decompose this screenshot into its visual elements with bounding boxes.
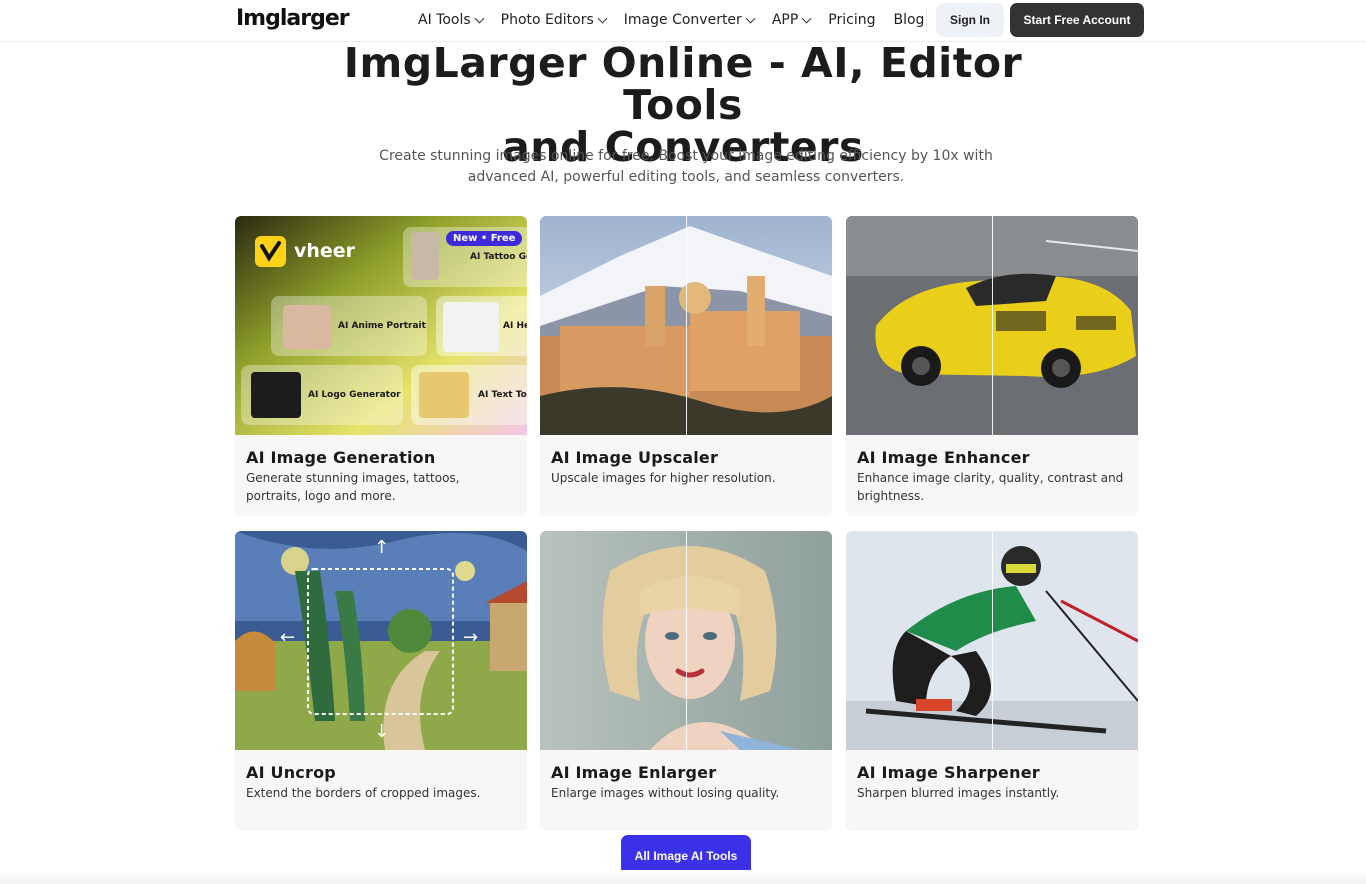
card-title: AI Image Generation <box>246 448 436 467</box>
tile-label: AI Anime Portrait <box>338 321 426 331</box>
nav-app[interactable]: APP <box>772 12 812 28</box>
chevron-down-icon <box>801 13 812 23</box>
card-ai-uncrop[interactable]: ↑ ↓ ← → AI Uncrop Extend the borders of … <box>235 531 527 831</box>
comparison-divider[interactable] <box>686 531 687 750</box>
card-description: Enhance image clarity, quality, contrast… <box>857 471 1124 503</box>
tile-label: AI Logo Generator <box>308 390 401 400</box>
chevron-down-icon <box>474 13 485 23</box>
card-description: Enlarge images without losing quality. <box>551 786 780 800</box>
nav-blog[interactable]: Blog <box>893 12 924 28</box>
card-title: AI Uncrop <box>246 763 336 782</box>
card-ai-image-generation[interactable]: vheer New • Free AI Tattoo Ge AI Anime P… <box>235 216 527 516</box>
arrow-down-icon[interactable]: ↓ <box>374 721 389 742</box>
comparison-divider[interactable] <box>686 216 687 435</box>
comparison-divider[interactable] <box>992 216 993 435</box>
card-description: Extend the borders of cropped images. <box>246 786 481 800</box>
card-thumbnail <box>540 531 832 750</box>
arrow-left-icon[interactable]: ← <box>280 627 295 648</box>
nav-photo-editors[interactable]: Photo Editors <box>501 12 608 28</box>
card-thumbnail <box>846 216 1138 435</box>
card-title: AI Image Sharpener <box>857 763 1040 782</box>
card-title: AI Image Enlarger <box>551 763 717 782</box>
card-title: AI Image Enhancer <box>857 448 1030 467</box>
bottom-fade <box>0 870 1366 884</box>
site-header: Imglarger AI Tools Photo Editors Image C… <box>0 0 1366 42</box>
card-ai-image-sharpener[interactable]: AI Image Sharpener Sharpen blurred image… <box>846 531 1138 831</box>
card-description: Sharpen blurred images instantly. <box>857 786 1060 800</box>
card-thumbnail <box>846 531 1138 750</box>
tile-label: AI He <box>503 321 527 331</box>
chevron-down-icon <box>597 13 608 23</box>
nav-ai-tools[interactable]: AI Tools <box>418 12 485 28</box>
chevron-down-icon <box>745 13 756 23</box>
card-ai-image-enlarger[interactable]: AI Image Enlarger Enlarge images without… <box>540 531 832 831</box>
start-free-account-button[interactable]: Start Free Account <box>1010 3 1144 37</box>
page-subtitle: Create stunning images online for free. … <box>379 148 993 185</box>
tile-label: AI Tattoo Ge <box>470 252 527 262</box>
van-gogh-landscape-image <box>235 531 527 750</box>
card-title: AI Image Upscaler <box>551 448 719 467</box>
tile-label: AI Text To I <box>478 390 527 400</box>
card-thumbnail <box>540 216 832 435</box>
sign-in-button[interactable]: Sign In <box>936 3 1004 37</box>
arrow-right-icon[interactable]: → <box>463 627 478 648</box>
nav-pricing[interactable]: Pricing <box>828 12 875 28</box>
arrow-up-icon[interactable]: ↑ <box>374 537 389 558</box>
card-ai-image-upscaler[interactable]: AI Image Upscaler Upscale images for hig… <box>540 216 832 516</box>
nav-divider <box>926 10 927 32</box>
main-nav: AI Tools Photo Editors Image Converter A… <box>418 0 942 40</box>
card-ai-image-enhancer[interactable]: AI Image Enhancer Enhance image clarity,… <box>846 216 1138 516</box>
card-thumbnail: vheer New • Free AI Tattoo Ge AI Anime P… <box>235 216 527 435</box>
vheer-brand: vheer <box>294 240 356 262</box>
logo[interactable]: Imglarger <box>236 6 350 31</box>
card-description: Upscale images for higher resolution. <box>551 471 776 485</box>
card-thumbnail: ↑ ↓ ← → <box>235 531 527 750</box>
nav-image-converter[interactable]: Image Converter <box>624 12 756 28</box>
card-description: Generate stunning images, tattoos, portr… <box>246 471 460 503</box>
new-free-badge: New • Free <box>446 231 523 246</box>
comparison-divider[interactable] <box>992 531 993 750</box>
